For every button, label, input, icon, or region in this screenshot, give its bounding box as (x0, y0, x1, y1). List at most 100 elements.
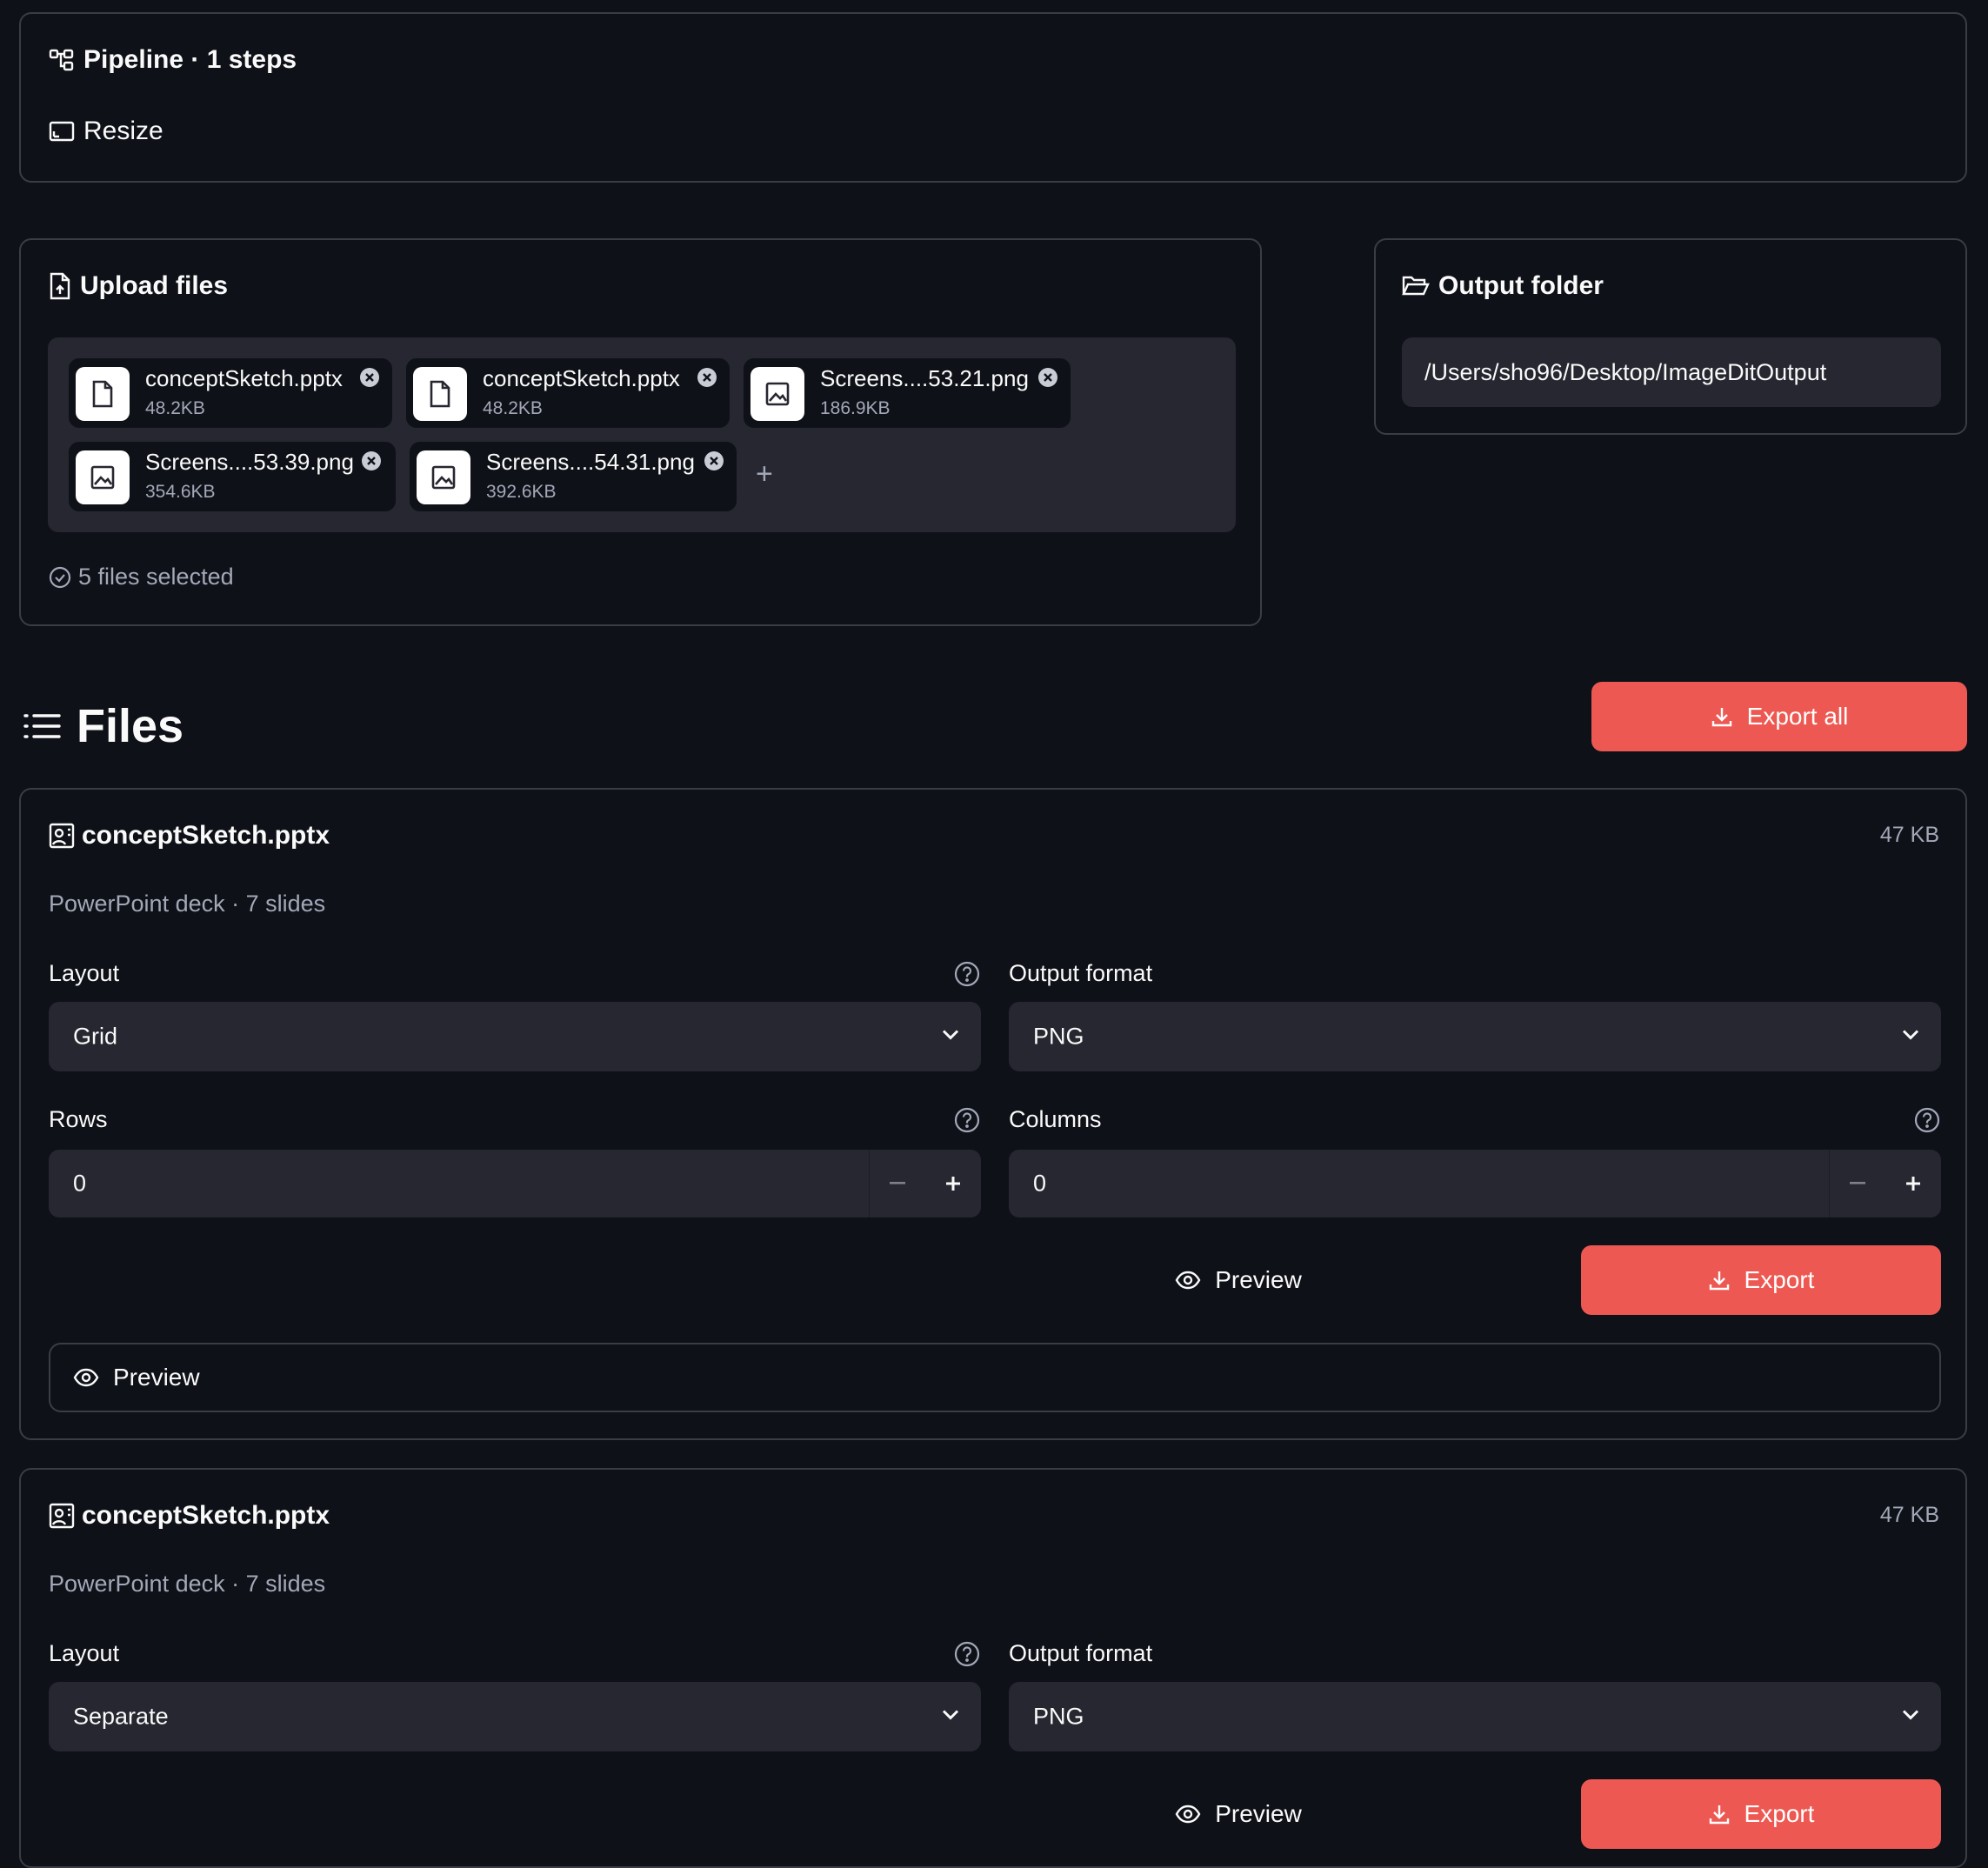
file-card-subtitle: PowerPoint deck · 7 slides (49, 1571, 326, 1597)
image-icon (76, 450, 130, 504)
pipeline-icon (49, 48, 75, 72)
upload-title: Upload files (80, 271, 229, 300)
image-icon (417, 450, 470, 504)
help-icon[interactable] (953, 1106, 981, 1134)
download-icon (1708, 1269, 1731, 1291)
presentation-icon (49, 823, 75, 849)
file-card-header: conceptSketch.pptx (49, 821, 330, 851)
output-format-select[interactable]: PNG (1009, 1682, 1941, 1751)
upload-dropzone[interactable]: conceptSketch.pptx 48.2KB conceptSketch.… (48, 337, 1236, 532)
chevron-down-icon (941, 1029, 960, 1045)
pipeline-title: Pipeline · 1 steps (83, 45, 297, 74)
export-button[interactable]: Export (1581, 1245, 1941, 1315)
document-icon (76, 367, 130, 421)
file-name: Screens....53.39.png (145, 449, 354, 475)
uploaded-file-chip: Screens....53.21.png 186.9KB (744, 358, 1071, 428)
pipeline-step-resize[interactable]: Resize (49, 117, 163, 146)
download-icon (1708, 1803, 1731, 1825)
layout-select[interactable]: Grid (49, 1002, 981, 1071)
preview-label: Preview (1215, 1266, 1302, 1293)
output-format-label: Output format (1009, 1640, 1153, 1666)
export-button[interactable]: Export (1581, 1779, 1941, 1849)
file-card-name: conceptSketch.pptx (82, 1501, 330, 1530)
layout-label: Layout (49, 1640, 120, 1666)
rows-value: 0 (73, 1170, 87, 1197)
file-size: 354.6KB (145, 482, 216, 502)
document-icon (413, 367, 467, 421)
uploaded-file-chip: Screens....53.39.png 354.6KB (69, 442, 396, 511)
file-upload-icon (49, 272, 71, 300)
preview-expander-label: Preview (113, 1364, 200, 1391)
remove-file-icon[interactable] (1037, 367, 1058, 388)
add-file-button[interactable]: + (756, 457, 773, 491)
help-icon[interactable] (1913, 1106, 1941, 1134)
remove-file-icon[interactable] (361, 450, 382, 471)
pipeline-panel: Pipeline · 1 steps Resize (19, 12, 1967, 183)
file-name: Screens....53.21.png (820, 365, 1029, 391)
upload-panel: Upload files conceptSketch.pptx 48.2KB c… (19, 238, 1262, 626)
decrement-icon[interactable] (1830, 1150, 1885, 1218)
preview-button[interactable]: Preview (1169, 1779, 1308, 1849)
export-label: Export (1744, 1800, 1815, 1827)
files-header: Files (23, 699, 183, 753)
eye-icon (1175, 1805, 1201, 1824)
file-size: 48.2KB (145, 398, 205, 418)
upload-status-text: 5 files selected (78, 564, 234, 590)
chevron-down-icon (1901, 1029, 1920, 1045)
layout-select[interactable]: Separate (49, 1682, 981, 1751)
presentation-icon (49, 1503, 75, 1529)
folder-open-icon (1402, 275, 1430, 297)
increment-icon[interactable] (925, 1150, 981, 1218)
file-name: conceptSketch.pptx (145, 365, 343, 391)
preview-expander[interactable]: Preview (49, 1343, 1941, 1412)
increment-icon[interactable] (1885, 1150, 1941, 1218)
output-format-value: PNG (1033, 1703, 1084, 1730)
output-format-value: PNG (1033, 1023, 1084, 1050)
files-title: Files (77, 700, 184, 752)
output-folder-panel: Output folder /Users/sho96/Desktop/Image… (1374, 238, 1967, 435)
resize-icon (49, 120, 75, 143)
uploaded-file-chip: conceptSketch.pptx 48.2KB (406, 358, 730, 428)
help-icon[interactable] (953, 960, 981, 988)
output-folder-title: Output folder (1438, 271, 1604, 300)
file-size: 186.9KB (820, 398, 891, 418)
layout-select-value: Separate (73, 1703, 169, 1730)
output-folder-path: /Users/sho96/Desktop/ImageDitOutput (1424, 358, 1827, 385)
file-card-subtitle: PowerPoint deck · 7 slides (49, 891, 326, 917)
help-icon[interactable] (953, 1640, 981, 1668)
file-card: conceptSketch.pptx 47 KB PowerPoint deck… (19, 788, 1967, 1440)
decrement-icon[interactable] (870, 1150, 925, 1218)
file-card-name: conceptSketch.pptx (82, 821, 330, 850)
preview-label: Preview (1215, 1800, 1302, 1827)
output-format-select[interactable]: PNG (1009, 1002, 1941, 1071)
upload-status: 5 files selected (49, 564, 234, 590)
layout-label: Layout (49, 960, 120, 986)
uploaded-file-chip: Screens....54.31.png 392.6KB (410, 442, 737, 511)
check-circle-icon (49, 566, 71, 589)
file-card-size: 47 KB (1879, 1503, 1939, 1527)
remove-file-icon[interactable] (359, 367, 380, 388)
eye-icon (1175, 1271, 1201, 1290)
file-card-header: conceptSketch.pptx (49, 1501, 330, 1531)
columns-stepper[interactable]: 0 (1009, 1150, 1941, 1218)
columns-label: Columns (1009, 1106, 1102, 1132)
uploaded-file-chip: conceptSketch.pptx 48.2KB (69, 358, 392, 428)
preview-button[interactable]: Preview (1169, 1245, 1308, 1315)
file-size: 48.2KB (483, 398, 543, 418)
export-all-button[interactable]: Export all (1591, 682, 1967, 751)
file-card-size: 47 KB (1879, 823, 1939, 847)
upload-header: Upload files (49, 271, 228, 301)
pipeline-step-label: Resize (83, 117, 163, 145)
list-icon (23, 711, 61, 741)
pipeline-header: Pipeline · 1 steps (49, 45, 297, 75)
output-folder-header: Output folder (1402, 271, 1604, 301)
file-name: Screens....54.31.png (486, 449, 695, 475)
rows-stepper[interactable]: 0 (49, 1150, 981, 1218)
image-icon (751, 367, 804, 421)
output-format-label: Output format (1009, 960, 1153, 986)
file-size: 392.6KB (486, 482, 557, 502)
download-icon (1711, 705, 1733, 728)
remove-file-icon[interactable] (704, 450, 724, 471)
remove-file-icon[interactable] (697, 367, 717, 388)
output-folder-input[interactable]: /Users/sho96/Desktop/ImageDitOutput (1402, 337, 1941, 407)
